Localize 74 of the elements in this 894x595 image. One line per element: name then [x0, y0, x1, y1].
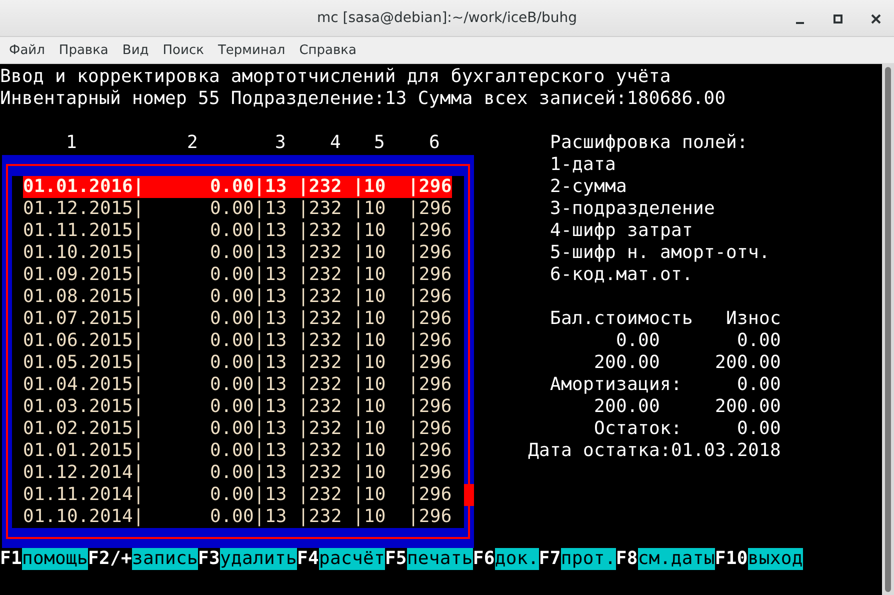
window-title: mc [sasa@debian]:~/work/iceB/buhg [317, 10, 577, 26]
function-key-label[interactable]: запись [132, 548, 198, 570]
menu-item[interactable]: Правка [52, 42, 116, 58]
table-row[interactable]: 01.05.2015| 0.00|13 |232 |10 |296 [23, 352, 452, 374]
function-key: F10 [714, 548, 748, 570]
table-row[interactable]: 01.11.2015| 0.00|13 |232 |10 |296 [23, 220, 452, 242]
function-key: F8 [616, 548, 638, 570]
column-number: 1 [66, 132, 77, 154]
amount-value: 200.00 [714, 396, 781, 418]
amount-value: 0.00 [615, 330, 660, 352]
legend-item: 4-шифр затрат [550, 220, 693, 241]
scrollbar[interactable] [882, 64, 894, 595]
table-row[interactable]: 01.03.2015| 0.00|13 |232 |10 |296 [23, 396, 452, 418]
function-key: F5 [384, 548, 407, 570]
legend-item: 2-сумма [550, 176, 627, 197]
function-key-label[interactable]: выход [748, 548, 803, 570]
table-row[interactable]: 01.09.2015| 0.00|13 |232 |10 |296 [23, 264, 452, 286]
amount-value: 200.00 [593, 352, 660, 374]
table-row[interactable]: 01.11.2014| 0.00|13 |232 |10 |296 [23, 484, 452, 506]
table-row[interactable]: 01.12.2015| 0.00|13 |232 |10 |296 [23, 198, 452, 220]
column-number: 5 [374, 132, 385, 154]
legend-item: 5-шифр н. аморт-отч. [550, 242, 770, 263]
function-key: F7 [538, 548, 561, 570]
function-key-label[interactable]: расчёт [318, 548, 385, 570]
menu-item[interactable]: Справка [292, 42, 364, 58]
function-key: F6 [472, 548, 495, 570]
function-key-label[interactable]: док. [494, 548, 539, 570]
function-key-label[interactable]: прот. [560, 548, 616, 570]
function-key-label[interactable]: удалить [220, 548, 297, 570]
table-row[interactable]: 01.07.2015| 0.00|13 |232 |10 |296 [23, 308, 452, 330]
legend-title: Расшифровка полей: [550, 132, 748, 153]
menu-item[interactable]: Файл [2, 42, 52, 58]
menu-item[interactable]: Вид [115, 42, 156, 58]
function-key: F3 [198, 548, 220, 570]
legend-item: 1-дата [550, 154, 616, 175]
scrollbar-thumb[interactable] [464, 484, 474, 506]
column-heading: Бал.стоимость [550, 308, 693, 330]
close-icon [871, 14, 881, 24]
table-row[interactable]: 01.01.2016| 0.00|13 |232 |10 |296 [23, 176, 452, 198]
table-row[interactable]: 01.06.2015| 0.00|13 |232 |10 |296 [23, 330, 452, 352]
legend-item: 6-код.мат.от. [550, 264, 693, 285]
table-row[interactable]: 01.04.2015| 0.00|13 |232 |10 |296 [23, 374, 452, 396]
menu-item[interactable]: Поиск [156, 42, 211, 58]
table-row[interactable]: 01.10.2015| 0.00|13 |232 |10 |296 [23, 242, 452, 264]
table-row[interactable]: 01.02.2015| 0.00|13 |232 |10 |296 [23, 418, 452, 440]
record-info: Инвентарный номер 55 Подразделение:13 Сумма всех записей:180686.00 [0, 88, 726, 109]
amount-value: 200.00 [593, 396, 660, 418]
maximize-icon [833, 14, 843, 24]
amount-value: 0.00 [736, 374, 781, 396]
column-heading: Износ [726, 308, 781, 330]
column-number: 2 [187, 132, 198, 154]
amount-value: 0.00 [736, 330, 781, 352]
balance-date: Дата остатка:01.03.2018 [528, 440, 781, 461]
amount-value: 0.00 [736, 418, 781, 440]
amount-value: 200.00 [714, 352, 781, 374]
total-label: Амортизация: [549, 374, 682, 396]
menu-item[interactable]: Терминал [210, 42, 292, 58]
legend-item: 3-подразделение [550, 198, 715, 219]
minimize-icon [796, 22, 804, 24]
function-key-label[interactable]: помощь [22, 548, 88, 570]
table-row[interactable]: 01.12.2014| 0.00|13 |232 |10 |296 [23, 462, 452, 484]
function-key: F4 [296, 548, 319, 570]
screen-heading: Ввод и корректировка амортотчислений для бухгалтерского учёта [0, 66, 671, 87]
function-key: F2/+ [88, 548, 132, 570]
function-key-label[interactable]: печать [406, 548, 473, 570]
function-key-label[interactable]: см.даты [638, 548, 715, 570]
table-row[interactable]: 01.08.2015| 0.00|13 |232 |10 |296 [23, 286, 452, 308]
table-row[interactable]: 01.01.2015| 0.00|13 |232 |10 |296 [23, 440, 452, 462]
table-row[interactable]: 01.10.2014| 0.00|13 |232 |10 |296 [23, 506, 452, 528]
total-label: Остаток: [593, 418, 682, 440]
column-number: 3 [275, 132, 286, 154]
column-number: 6 [429, 132, 440, 154]
function-key: F1 [0, 548, 22, 570]
column-number: 4 [330, 132, 341, 154]
